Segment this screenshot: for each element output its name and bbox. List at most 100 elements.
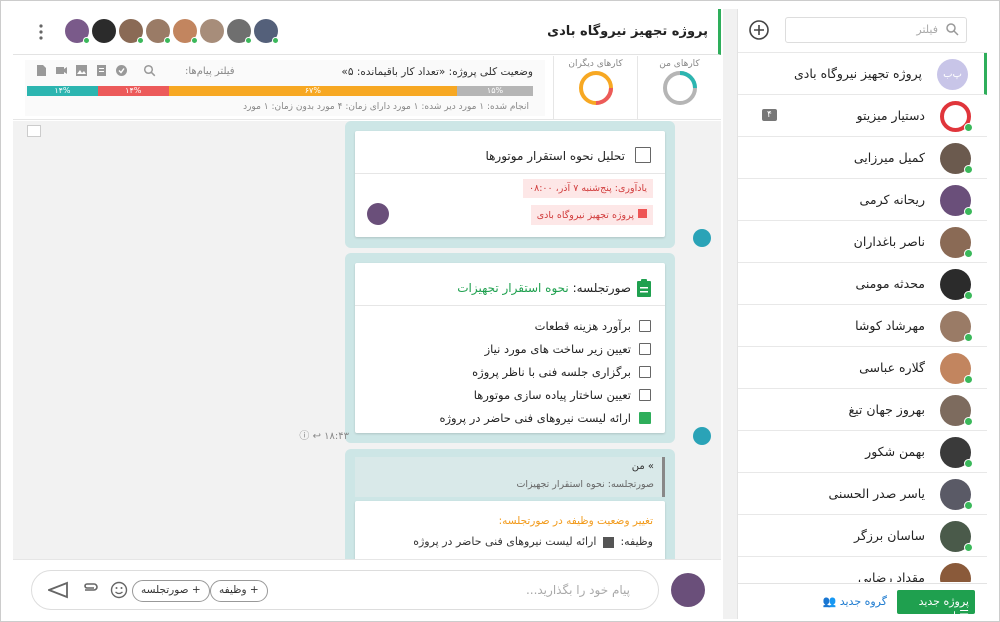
- task-check-icon[interactable]: [115, 64, 128, 77]
- member-avatar[interactable]: [200, 19, 224, 43]
- send-icon[interactable]: [48, 581, 68, 599]
- image-icon[interactable]: [75, 64, 88, 77]
- online-status-icon: [964, 207, 973, 216]
- online-status-icon: [964, 333, 973, 342]
- new-group-button[interactable]: گروه جدید 👥: [823, 595, 888, 608]
- online-status-icon: [964, 501, 973, 510]
- my-tasks-gauge[interactable]: کارهای من: [637, 56, 721, 120]
- sidebar-item[interactable]: ساسان برزگر: [738, 515, 987, 557]
- message-filter-icons: [35, 64, 156, 77]
- sidebar-item-label: ریحانه کرمی: [859, 192, 925, 207]
- sidebar-item[interactable]: گلاره عباسی: [738, 347, 987, 389]
- others-tasks-label: کارهای دیگران: [568, 59, 623, 69]
- minutes-icon[interactable]: [95, 64, 108, 77]
- progress-segment: ۱۵%: [457, 86, 533, 96]
- sidebar-item-label: مهرشاد کوشا: [855, 318, 925, 333]
- checklist-item: برگزاری جلسه فنی با ناظر پروژه: [472, 365, 631, 379]
- sidebar-item[interactable]: دستیار میزیتو ۴: [738, 95, 987, 137]
- minutes-card[interactable]: صورتجلسه: نحوه استقرار تجهیزات برآورد هز…: [355, 263, 665, 433]
- progress-segment: ۱۴%: [27, 86, 98, 96]
- project-tag[interactable]: پروژه تجهیز نیروگاه بادی: [530, 205, 653, 225]
- task-checkbox[interactable]: [635, 147, 651, 163]
- search-icon[interactable]: [143, 64, 156, 77]
- sidebar-item[interactable]: مهرشاد کوشا: [738, 305, 987, 347]
- add-minutes-chip[interactable]: + صورتجلسه: [132, 580, 210, 602]
- new-project-label: پروژه جدید: [918, 595, 969, 608]
- reply-icon[interactable]: ↩: [313, 431, 321, 442]
- member-avatar[interactable]: [146, 19, 171, 44]
- checklist-checkbox[interactable]: [639, 366, 651, 378]
- sidebar-search-input[interactable]: فیلتر: [785, 17, 967, 43]
- project-tag-icon: [638, 209, 647, 218]
- status-legend: انجام شده: ۱ مورد دیر شده: ۱ مورد دارای …: [243, 102, 529, 112]
- progress-bar: ۱۴% ۱۴% ۶۷% ۱۵%: [27, 86, 533, 96]
- sidebar-item[interactable]: یاسر صدر الحسنی: [738, 473, 987, 515]
- checklist-checkbox[interactable]: [639, 320, 651, 332]
- member-avatar[interactable]: [92, 19, 116, 43]
- task-prefix: وظیفه:: [620, 535, 653, 548]
- minutes-heading: صورتجلسه: نحوه استقرار تجهیزات: [457, 281, 631, 295]
- sidebar-item-label: مقداد رضایی: [858, 570, 925, 582]
- add-group-icon: 👥: [822, 595, 837, 608]
- sidebar-item-label: دستیار میزیتو: [856, 108, 925, 123]
- sidebar-item[interactable]: پ‌ب پروژه تجهیز نیروگاه بادی: [738, 53, 987, 95]
- message-composer: پیام خود را بگذارید... + وظیفه + صورتجلس…: [13, 559, 721, 619]
- status-change-title: تغییر وضعیت وظیفه در صورتجلسه:: [498, 515, 653, 527]
- project-title: پروژه تجهیز نیروگاه بادی: [547, 24, 708, 39]
- quoted-message[interactable]: » من صورتجلسه: نحوه استقرار تجهیزات: [355, 457, 665, 497]
- message-input[interactable]: پیام خود را بگذارید... + وظیفه + صورتجلس…: [31, 570, 659, 610]
- video-icon[interactable]: [55, 64, 68, 77]
- checklist-checkbox[interactable]: [639, 412, 651, 424]
- read-receipt-icon: [693, 427, 711, 445]
- emoji-icon[interactable]: [110, 581, 128, 599]
- sidebar-item[interactable]: بهمن شکور: [738, 431, 987, 473]
- sidebar: فیلتر پ‌ب پروژه تجهیز نیروگاه بادی دستیار …: [737, 9, 987, 621]
- more-menu-icon[interactable]: [39, 24, 43, 40]
- sidebar-item[interactable]: ناصر باغداران: [738, 221, 987, 263]
- member-avatar[interactable]: [119, 19, 144, 44]
- attach-icon[interactable]: [82, 581, 100, 599]
- checklist-item: تعیین ساختار پیاده سازی موتورها: [473, 388, 631, 402]
- sidebar-item[interactable]: ریحانه کرمی: [738, 179, 987, 221]
- sidebar-item-label: یاسر صدر الحسنی: [828, 486, 925, 501]
- sidebar-item-label: پروژه تجهیز نیروگاه بادی: [793, 66, 922, 81]
- sidebar-item[interactable]: محدثه مومنی: [738, 263, 987, 305]
- online-status-icon: [964, 123, 973, 132]
- message-filter-label: فیلتر پیام‌ها:: [185, 66, 235, 77]
- add-conversation-icon[interactable]: [748, 19, 770, 41]
- scroll-up-button[interactable]: [27, 125, 41, 137]
- sidebar-item[interactable]: بهروز جهان تیغ: [738, 389, 987, 431]
- member-avatar[interactable]: [254, 19, 279, 44]
- reply-message: » من صورتجلسه: نحوه استقرار تجهیزات تغیی…: [345, 449, 675, 559]
- sidebar-item[interactable]: کمیل میرزایی: [738, 137, 987, 179]
- read-receipt-icon: [693, 229, 711, 247]
- message-time: ۱۸:۴۳: [324, 431, 349, 442]
- sidebar-item[interactable]: مقداد رضایی: [738, 557, 987, 582]
- info-icon[interactable]: ⓘ: [299, 431, 309, 442]
- member-avatars[interactable]: [65, 19, 279, 44]
- member-avatar[interactable]: [173, 19, 198, 44]
- member-avatar[interactable]: [65, 19, 90, 44]
- conversation-list: پ‌ب پروژه تجهیز نیروگاه بادی دستیار میزیتو…: [738, 52, 987, 582]
- checklist-item: برآورد هزینه قطعات: [534, 319, 631, 333]
- member-avatar[interactable]: [227, 19, 252, 44]
- checklist-checkbox[interactable]: [639, 343, 651, 355]
- main-scrollbar[interactable]: [723, 9, 737, 619]
- status-summary: وضعیت کلی پروژه: «تعداد کار باقیمانده: ۵…: [25, 60, 545, 116]
- online-status-icon: [964, 165, 973, 174]
- message-area[interactable]: تحلیل نحوه استقرار موتورها یادآوری: پنج‌…: [13, 121, 721, 559]
- file-icon[interactable]: [35, 64, 48, 77]
- checklist-item: تعیین زیر ساخت های مورد نیاز: [484, 342, 631, 356]
- avatar: [940, 563, 971, 582]
- chat-panel: پروژه تجهیز نیروگاه بادی کارهای من کارها…: [13, 9, 721, 619]
- sidebar-item-label: ساسان برزگر: [854, 528, 925, 543]
- app-window: پروژه تجهیز نیروگاه بادی کارهای من کارها…: [0, 0, 1000, 622]
- task-card[interactable]: تحلیل نحوه استقرار موتورها یادآوری: پنج‌…: [355, 131, 665, 237]
- new-project-button[interactable]: پروژه جدید ☰+: [897, 590, 975, 621]
- add-task-chip[interactable]: + وظیفه: [210, 580, 268, 602]
- search-icon: [946, 23, 959, 36]
- unread-badge: ۴: [762, 109, 777, 121]
- chat-header: پروژه تجهیز نیروگاه بادی: [13, 9, 721, 55]
- checklist-checkbox[interactable]: [639, 389, 651, 401]
- others-tasks-gauge[interactable]: کارهای دیگران: [553, 56, 637, 120]
